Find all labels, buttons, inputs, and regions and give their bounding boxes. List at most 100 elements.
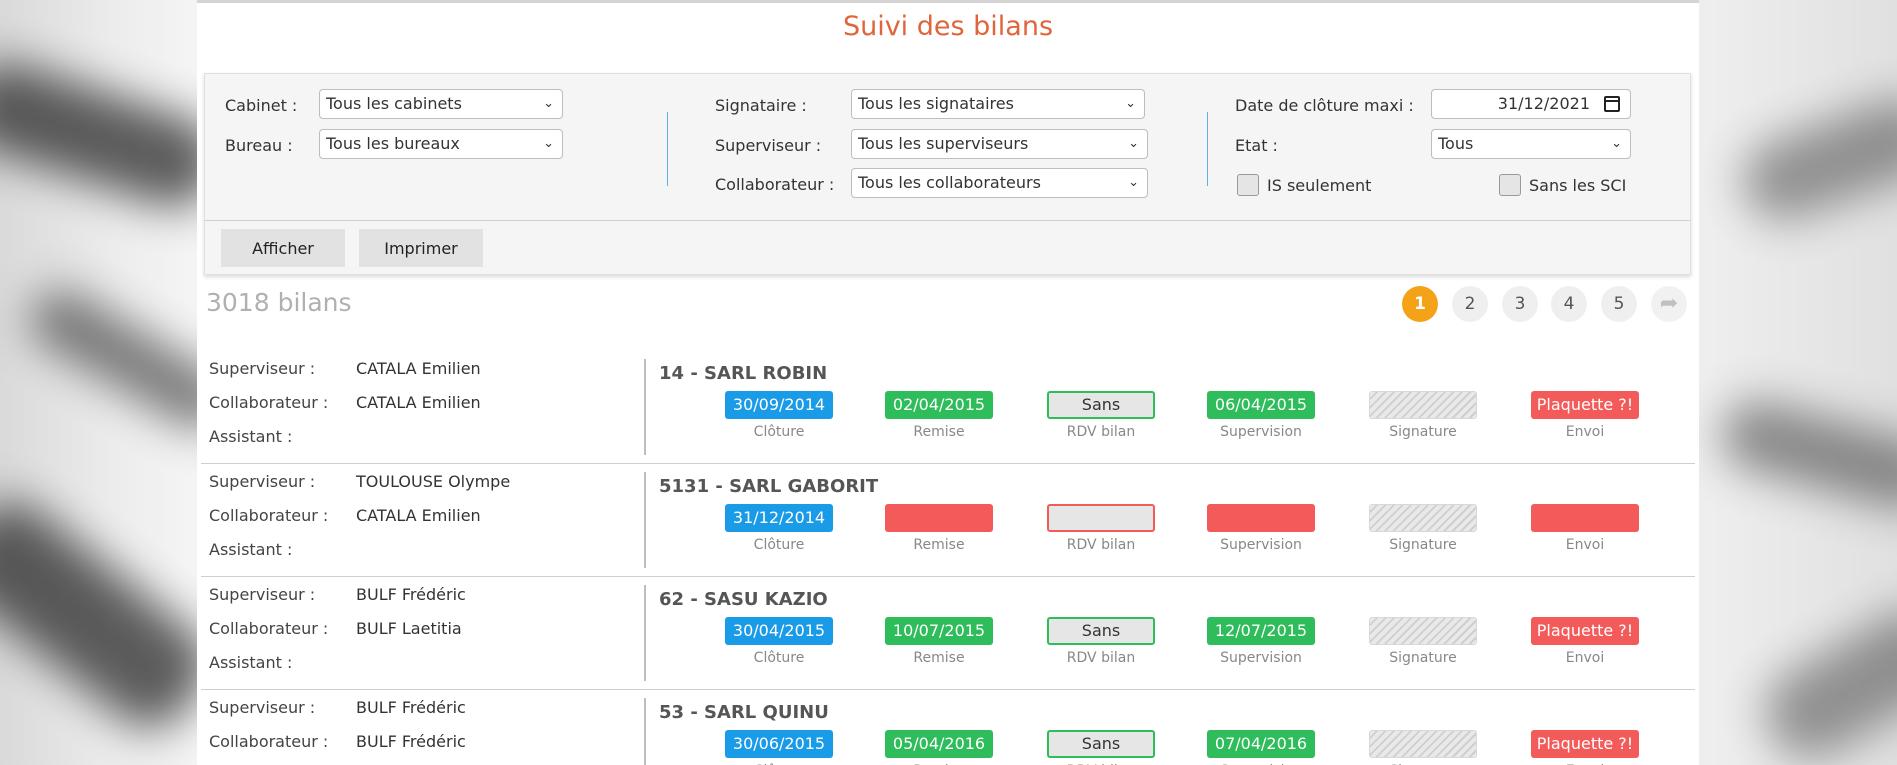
collaborateur-select-value: Tous les collaborateurs: [858, 173, 1041, 192]
remise-status-badge[interactable]: 02/04/2015: [885, 391, 993, 419]
collaborateur-value: CATALA Emilien: [356, 393, 481, 412]
envoi-status-badge[interactable]: Plaquette ?!: [1531, 617, 1639, 645]
page-5-button[interactable]: 5: [1601, 286, 1637, 322]
envoi-caption: Envoi: [1565, 650, 1605, 666]
remise-status-badge[interactable]: 05/04/2016: [885, 730, 993, 758]
collaborateur-label: Collaborateur :: [715, 175, 835, 194]
bureau-label: Bureau :: [225, 136, 293, 155]
bureau-select-value: Tous les bureaux: [326, 134, 460, 153]
supervision-status-badge[interactable]: 06/04/2015: [1207, 391, 1315, 419]
supervision-caption: Supervision: [1220, 650, 1302, 666]
cloture-status-badge[interactable]: 30/09/2014: [725, 391, 833, 419]
collaborateur-value: BULF Frédéric: [356, 732, 466, 751]
collaborateur-value: CATALA Emilien: [356, 506, 481, 525]
cloture-caption: Clôture: [753, 537, 805, 553]
envoi-status-badge[interactable]: Plaquette ?!: [1531, 391, 1639, 419]
chevron-down-icon: ⌄: [543, 136, 554, 151]
record-divider: [644, 698, 646, 765]
rdv-caption: RDV bilan: [1066, 424, 1136, 440]
rdv-status-badge[interactable]: Sans: [1047, 617, 1155, 645]
collaborateur-label: Collaborateur :: [209, 506, 329, 525]
signataire-select[interactable]: Tous les signataires ⌄: [851, 89, 1145, 119]
calendar-icon[interactable]: [1604, 96, 1620, 112]
remise-status-badge[interactable]: 10/07/2015: [885, 617, 993, 645]
record-row[interactable]: Superviseur : BULF Frédéric Collaborateur …: [201, 690, 1695, 765]
etat-select-value: Tous: [1438, 134, 1474, 153]
record-divider: [644, 359, 646, 455]
supervision-caption: Supervision: [1220, 424, 1302, 440]
etat-select[interactable]: Tous ⌄: [1431, 129, 1631, 159]
superviseur-label: Superviseur :: [209, 359, 316, 378]
record-people: Superviseur : BULF Frédéric Collaborateur …: [201, 577, 641, 689]
assistant-label: Assistant :: [209, 427, 293, 446]
page-title: Suivi des bilans: [842, 11, 1054, 42]
bureau-select[interactable]: Tous les bureaux ⌄: [319, 129, 563, 159]
rdv-status-badge[interactable]: [1047, 504, 1155, 532]
remise-status-badge[interactable]: [885, 504, 993, 532]
column-divider: [667, 112, 668, 186]
cabinet-select[interactable]: Tous les cabinets ⌄: [319, 89, 563, 119]
share-arrow-icon[interactable]: ➦: [1651, 286, 1687, 322]
is-seulement-checkbox[interactable]: [1237, 174, 1259, 196]
record-row[interactable]: Superviseur : BULF Frédéric Collaborateur …: [201, 577, 1695, 690]
afficher-button[interactable]: Afficher: [221, 229, 345, 267]
remise-caption: Remise: [913, 650, 965, 666]
superviseur-select-value: Tous les superviseurs: [858, 134, 1029, 153]
signature-status-badge[interactable]: [1369, 391, 1477, 419]
chevron-down-icon: ⌄: [1125, 96, 1136, 111]
signature-status-badge[interactable]: [1369, 504, 1477, 532]
superviseur-label: Superviseur :: [209, 472, 316, 491]
chevron-down-icon: ⌄: [1128, 136, 1139, 151]
record-divider: [644, 585, 646, 681]
date-cloture-value: 31/12/2021: [1497, 94, 1590, 113]
supervision-status-badge[interactable]: 07/04/2016: [1207, 730, 1315, 758]
page-1-button[interactable]: 1: [1402, 286, 1438, 322]
signature-status-badge[interactable]: [1369, 730, 1477, 758]
sans-sci-checkbox[interactable]: [1499, 174, 1521, 196]
column-divider: [1207, 112, 1208, 186]
sans-sci-label: Sans les SCI: [1529, 176, 1627, 195]
cloture-status-badge[interactable]: 30/06/2015: [725, 730, 833, 758]
cabinet-select-value: Tous les cabinets: [326, 94, 462, 113]
rdv-status-badge[interactable]: Sans: [1047, 730, 1155, 758]
chevron-down-icon: ⌄: [1128, 175, 1139, 190]
cloture-status-badge[interactable]: 30/04/2015: [725, 617, 833, 645]
main-panel: Suivi des bilans Cabinet : Tous les cabi…: [197, 0, 1699, 765]
rdv-status-badge[interactable]: Sans: [1047, 391, 1155, 419]
collaborateur-label: Collaborateur :: [209, 393, 329, 412]
filter-box: Cabinet : Tous les cabinets ⌄ Bureau : T…: [204, 73, 1691, 275]
signature-status-badge[interactable]: [1369, 617, 1477, 645]
rdv-caption: RDV bilan: [1066, 537, 1136, 553]
supervision-status-badge[interactable]: 12/07/2015: [1207, 617, 1315, 645]
record-title[interactable]: 5131 - SARL GABORIT: [659, 476, 878, 497]
record-row[interactable]: Superviseur : TOULOUSE Olympe Collaborateu…: [201, 464, 1695, 577]
chevron-down-icon: ⌄: [543, 96, 554, 111]
page-3-button[interactable]: 3: [1502, 286, 1538, 322]
supervision-caption: Supervision: [1220, 537, 1302, 553]
rdv-caption: RDV bilan: [1066, 650, 1136, 666]
envoi-status-badge[interactable]: [1531, 504, 1639, 532]
supervision-status-badge[interactable]: [1207, 504, 1315, 532]
date-cloture-input[interactable]: 31/12/2021: [1431, 89, 1631, 119]
signataire-label: Signataire :: [715, 96, 807, 115]
chevron-down-icon: ⌄: [1611, 136, 1622, 151]
page-4-button[interactable]: 4: [1551, 286, 1587, 322]
imprimer-button[interactable]: Imprimer: [359, 229, 483, 267]
record-title[interactable]: 53 - SARL QUINU: [659, 702, 829, 723]
page-2-button[interactable]: 2: [1452, 286, 1488, 322]
assistant-label: Assistant :: [209, 653, 293, 672]
envoi-caption: Envoi: [1565, 537, 1605, 553]
superviseur-value: TOULOUSE Olympe: [356, 472, 511, 491]
remise-caption: Remise: [913, 537, 965, 553]
record-row[interactable]: Superviseur : CATALA Emilien Collaborateur…: [201, 351, 1695, 464]
superviseur-value: BULF Frédéric: [356, 698, 466, 717]
record-title[interactable]: 14 - SARL ROBIN: [659, 363, 827, 384]
assistant-label: Assistant :: [209, 540, 293, 559]
collaborateur-select[interactable]: Tous les collaborateurs ⌄: [851, 168, 1148, 198]
superviseur-select[interactable]: Tous les superviseurs ⌄: [851, 129, 1148, 159]
cloture-status-badge[interactable]: 31/12/2014: [725, 504, 833, 532]
record-divider: [644, 472, 646, 568]
record-title[interactable]: 62 - SASU KAZIO: [659, 589, 828, 610]
signature-caption: Signature: [1389, 424, 1457, 440]
envoi-status-badge[interactable]: Plaquette ?!: [1531, 730, 1639, 758]
